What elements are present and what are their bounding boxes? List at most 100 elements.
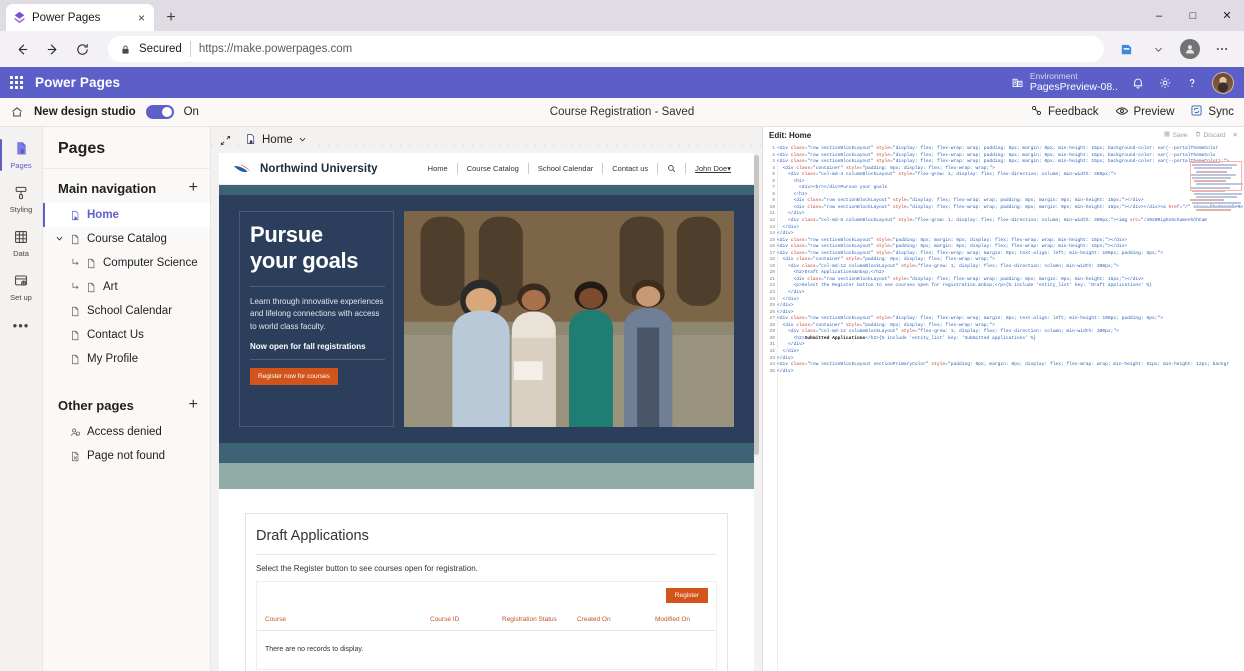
hero-paragraph: Learn through innovative experiences and… — [250, 296, 385, 333]
page-icon — [70, 306, 81, 317]
browser-tab[interactable]: Power Pages × — [6, 4, 154, 31]
hero-text-block[interactable]: Pursue your goals Learn through innovati… — [239, 211, 394, 427]
column-header-created-on[interactable]: Created On — [577, 616, 655, 623]
code-editor-body[interactable]: 1234567891011121314151617181920212223242… — [763, 143, 1244, 671]
new-design-studio-toggle[interactable] — [146, 105, 174, 119]
add-other-page-button[interactable]: + — [189, 397, 198, 413]
home-page-icon — [70, 210, 81, 221]
code-text[interactable]: <div class="row sectionBlockLayout" styl… — [777, 143, 1244, 671]
preview-button[interactable]: Preview — [1115, 104, 1175, 121]
sidebar-item-label: Page not found — [87, 450, 165, 462]
minimize-button[interactable]: – — [1142, 0, 1176, 31]
new-tab-button[interactable]: + — [158, 5, 184, 31]
chevron-down-icon[interactable] — [298, 133, 307, 147]
waffle-menu-icon[interactable] — [10, 76, 23, 89]
sidebar-item-computer-science[interactable]: Computer Science — [43, 251, 210, 275]
reload-button[interactable] — [68, 35, 96, 63]
code-line[interactable]: <div class="row sectionBlockLayout" styl… — [777, 205, 1244, 212]
browser-profile-button[interactable] — [1176, 35, 1204, 63]
sidebar-item-label: Access denied — [87, 426, 162, 438]
minimap-line — [1192, 202, 1241, 204]
tab-close-icon[interactable]: × — [136, 10, 147, 26]
minimap-line — [1194, 193, 1242, 195]
collections-icon[interactable] — [1112, 35, 1140, 63]
chevron-down-icon[interactable] — [1144, 35, 1172, 63]
column-header-course[interactable]: Course — [265, 616, 430, 623]
minimap-viewport[interactable] — [1190, 161, 1242, 191]
page-icon — [86, 282, 97, 293]
rail-item-styling[interactable]: Styling — [0, 177, 43, 221]
canvas-page-selector[interactable]: Home — [240, 130, 312, 150]
code-editor-panel: Edit: Home Save Discard ✕ 12 — [762, 127, 1244, 671]
forward-button[interactable] — [38, 35, 66, 63]
power-pages-favicon-icon — [13, 11, 26, 24]
subpage-arrow-icon — [71, 257, 81, 270]
expand-canvas-icon[interactable] — [219, 134, 232, 147]
column-header-modified-on[interactable]: Modified On — [655, 616, 690, 623]
browser-settings-more-icon[interactable] — [1208, 35, 1236, 63]
site-user-menu[interactable]: John Doe▾ — [686, 164, 740, 173]
site-nav-home[interactable]: Home — [419, 164, 457, 173]
site-preview: Northwind University Home Course Catalog… — [219, 153, 754, 671]
sidebar-item-label: Course Catalog — [87, 233, 167, 245]
save-button[interactable]: Save — [1164, 131, 1188, 139]
lock-icon — [120, 44, 131, 55]
sidebar-item-my-profile[interactable]: My Profile — [43, 347, 210, 371]
column-header-registration-status[interactable]: Registration Status — [502, 616, 577, 623]
hero-top-stripe — [219, 185, 754, 195]
code-line[interactable]: <div class="col-md-8 columnBlockLayout" … — [777, 218, 1244, 225]
site-header: Northwind University Home Course Catalog… — [219, 153, 754, 185]
site-nav-contact-us[interactable]: Contact us — [603, 164, 657, 173]
sidebar-item-access-denied[interactable]: Access denied — [43, 420, 210, 444]
site-nav-course-catalog[interactable]: Course Catalog — [458, 164, 528, 173]
rail-item-data[interactable]: Data — [0, 221, 43, 265]
access-denied-icon — [70, 427, 81, 438]
chevron-down-icon[interactable] — [55, 234, 64, 246]
user-avatar[interactable] — [1212, 72, 1234, 94]
environment-switcher[interactable]: Environment PagesPreview-08.. — [1011, 72, 1118, 94]
search-icon[interactable] — [658, 164, 685, 173]
register-button[interactable]: Register — [666, 588, 708, 603]
add-main-navigation-page-button[interactable]: + — [189, 180, 198, 196]
column-header-course-id[interactable]: Course ID — [430, 616, 502, 623]
feedback-button[interactable]: Feedback — [1030, 104, 1099, 120]
code-minimap[interactable] — [1190, 161, 1242, 209]
preview-eye-icon — [1115, 104, 1129, 121]
sidebar-item-school-calendar[interactable]: School Calendar — [43, 299, 210, 323]
sidebar-item-label: School Calendar — [87, 305, 172, 317]
sidebar-item-page-not-found[interactable]: Page not found — [43, 444, 210, 468]
card-divider — [256, 554, 717, 555]
maximize-button[interactable]: □ — [1176, 0, 1210, 31]
page-icon — [70, 234, 81, 245]
sidebar-item-home[interactable]: Home — [43, 203, 210, 227]
code-editor-header: Edit: Home Save Discard ✕ — [763, 127, 1244, 143]
sidebar-item-contact-us[interactable]: Contact Us — [43, 323, 210, 347]
notifications-bell-icon[interactable] — [1131, 76, 1145, 90]
canvas-scrollbar-thumb[interactable] — [754, 155, 759, 455]
rail-item-pages[interactable]: Pages — [0, 133, 43, 177]
code-editor-actions: Save Discard ✕ — [1164, 131, 1238, 139]
gear-icon[interactable] — [1158, 76, 1172, 90]
close-editor-button[interactable]: ✕ — [1233, 131, 1238, 139]
avatar — [1180, 39, 1200, 59]
close-window-button[interactable]: ✕ — [1210, 0, 1244, 31]
back-button[interactable] — [8, 35, 36, 63]
code-line[interactable]: <div class="row sectionBlockLayout secti… — [777, 362, 1244, 369]
rail-item-setup[interactable]: Set up — [0, 265, 43, 309]
rail-more-button[interactable]: ••• — [13, 309, 30, 341]
browser-chrome: Power Pages × + – □ ✕ Secured https://ma… — [0, 0, 1244, 67]
pages-icon — [13, 140, 30, 160]
page-icon — [70, 354, 81, 365]
discard-button[interactable]: Discard — [1195, 131, 1226, 139]
address-bar[interactable]: Secured https://make.powerpages.com — [108, 36, 1104, 62]
sidebar-item-art[interactable]: Art — [43, 275, 210, 299]
site-nav-school-calendar[interactable]: School Calendar — [529, 164, 602, 173]
code-line[interactable]: <div class="row sectionBlockLayout" styl… — [777, 146, 1244, 153]
code-line[interactable]: </div> — [777, 369, 1244, 376]
help-icon[interactable] — [1185, 76, 1199, 90]
home-icon[interactable] — [10, 105, 24, 119]
main-navigation-title: Main navigation — [58, 181, 156, 196]
hero-cta-button[interactable]: Register now for courses — [250, 368, 338, 385]
sync-button[interactable]: Sync — [1190, 104, 1234, 120]
sidebar-item-course-catalog[interactable]: Course Catalog — [43, 227, 210, 251]
